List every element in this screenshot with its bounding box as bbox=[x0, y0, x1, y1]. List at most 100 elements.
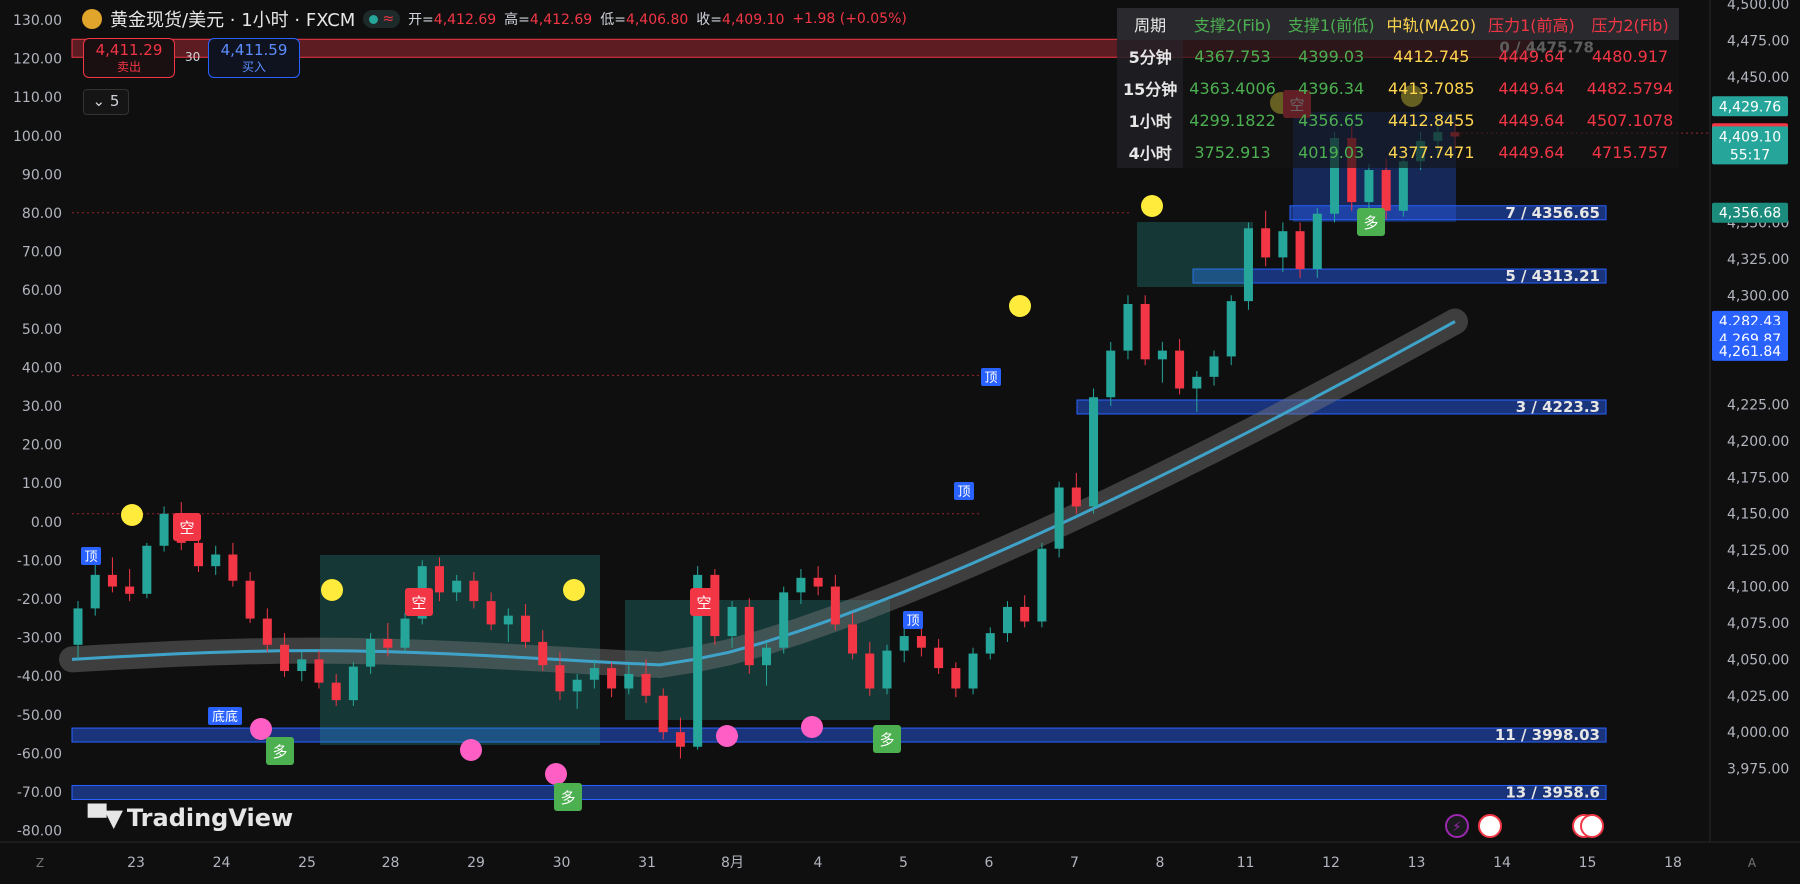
candle-body[interactable] bbox=[193, 542, 203, 567]
candle-body[interactable] bbox=[779, 592, 789, 648]
candle-body[interactable] bbox=[331, 682, 341, 701]
trough-marker[interactable] bbox=[801, 716, 823, 738]
support-zone[interactable] bbox=[71, 727, 1607, 743]
candle-body[interactable] bbox=[503, 615, 513, 625]
candle-body[interactable] bbox=[762, 647, 771, 666]
candle-body[interactable] bbox=[934, 647, 944, 669]
candle-body[interactable] bbox=[142, 545, 152, 594]
lightning-glyph: ⚡ bbox=[1452, 820, 1461, 835]
candle-body[interactable] bbox=[73, 608, 83, 645]
candle-body[interactable] bbox=[916, 636, 926, 648]
candle-body[interactable] bbox=[366, 638, 376, 667]
candle-body[interactable] bbox=[434, 566, 444, 593]
candle-body[interactable] bbox=[796, 577, 806, 593]
candle-body[interactable] bbox=[297, 659, 307, 672]
candle-body[interactable] bbox=[1140, 304, 1150, 360]
us-flag-icon[interactable] bbox=[1478, 814, 1502, 838]
candle-body[interactable] bbox=[486, 601, 496, 625]
candle-body[interactable] bbox=[727, 606, 737, 637]
candle-body[interactable] bbox=[658, 695, 668, 733]
candle-body[interactable] bbox=[1054, 487, 1064, 549]
peak-marker[interactable] bbox=[321, 579, 343, 601]
candle-body[interactable] bbox=[1295, 231, 1305, 270]
candle-body[interactable] bbox=[1071, 487, 1081, 507]
trough-marker[interactable] bbox=[545, 763, 567, 785]
peak-marker[interactable] bbox=[563, 579, 585, 601]
market-status[interactable]: ≈ bbox=[363, 10, 401, 28]
candle-body[interactable] bbox=[211, 554, 221, 567]
candle-body[interactable] bbox=[675, 732, 685, 747]
table-row: 15分钟 4363.4006 4396.34 4413.7085 4449.64 4482… bbox=[1117, 72, 1680, 104]
us-flag-icon[interactable] bbox=[1580, 814, 1604, 838]
candle-body[interactable] bbox=[262, 618, 272, 645]
candle-body[interactable] bbox=[1364, 170, 1374, 203]
candle-body[interactable] bbox=[1381, 170, 1391, 211]
candle-body[interactable] bbox=[400, 618, 410, 648]
candle-body[interactable] bbox=[1089, 397, 1099, 507]
candle-body[interactable] bbox=[951, 668, 961, 689]
candle-body[interactable] bbox=[641, 673, 651, 696]
candle-body[interactable] bbox=[830, 586, 840, 625]
candle-body[interactable] bbox=[1157, 350, 1167, 360]
candle-body[interactable] bbox=[521, 615, 531, 642]
candle-body[interactable] bbox=[228, 554, 238, 581]
candle-body[interactable] bbox=[348, 666, 358, 701]
candle-body[interactable] bbox=[1209, 356, 1219, 377]
candle-body[interactable] bbox=[280, 644, 290, 672]
candle-body[interactable] bbox=[865, 653, 875, 689]
candle-body[interactable] bbox=[899, 636, 909, 651]
symbol-title[interactable]: 黄金现货/美元 · 1小时 · FXCM bbox=[110, 6, 355, 32]
candle-body[interactable] bbox=[607, 668, 617, 689]
candle-body[interactable] bbox=[1312, 213, 1322, 270]
candle-body[interactable] bbox=[1020, 606, 1030, 622]
candle-body[interactable] bbox=[985, 633, 995, 654]
peak-marker[interactable] bbox=[121, 504, 143, 526]
candle-body[interactable] bbox=[1002, 606, 1012, 634]
candle-body[interactable] bbox=[1226, 301, 1236, 357]
peak-marker[interactable] bbox=[1009, 295, 1031, 317]
candle-body[interactable] bbox=[1192, 376, 1202, 389]
x-axis-tick: 24 bbox=[213, 855, 231, 871]
candle-body[interactable] bbox=[624, 673, 634, 689]
candle-body[interactable] bbox=[1123, 304, 1133, 351]
candle-body[interactable] bbox=[469, 580, 479, 602]
candle-body[interactable] bbox=[555, 665, 565, 692]
trough-marker[interactable] bbox=[460, 739, 482, 761]
ohlc-close: 收=4,409.10 bbox=[696, 12, 785, 28]
candle-body[interactable] bbox=[245, 580, 255, 619]
table-cell: 4413.7085 bbox=[1380, 72, 1483, 104]
trough-marker[interactable] bbox=[716, 725, 738, 747]
support-zone[interactable] bbox=[71, 784, 1607, 800]
candle-body[interactable] bbox=[314, 659, 324, 683]
candle-body[interactable] bbox=[90, 574, 100, 609]
candle-body[interactable] bbox=[813, 577, 823, 587]
sell-button[interactable]: 4,411.29 卖出 bbox=[83, 38, 175, 78]
candle-body[interactable] bbox=[107, 574, 117, 587]
indicator-collapse-button[interactable]: ⌄ 5 bbox=[83, 89, 129, 115]
candle-body[interactable] bbox=[1106, 350, 1116, 398]
candle-body[interactable] bbox=[848, 624, 858, 654]
candle-body[interactable] bbox=[882, 650, 892, 689]
candle-body[interactable] bbox=[572, 679, 582, 692]
table-row: 4小时 3752.913 4019.03 4377.7471 4449.64 4715.7… bbox=[1117, 136, 1680, 168]
candle-body[interactable] bbox=[452, 580, 462, 593]
candle-body[interactable] bbox=[383, 638, 393, 648]
candle-body[interactable] bbox=[159, 513, 169, 546]
candle-body[interactable] bbox=[968, 653, 978, 689]
buy-button[interactable]: 4,411.59 买入 bbox=[208, 38, 300, 78]
candle-body[interactable] bbox=[538, 641, 548, 666]
candle-body[interactable] bbox=[1037, 548, 1047, 622]
trough-marker[interactable] bbox=[250, 718, 272, 740]
left-axis-tick: 30.00 bbox=[22, 399, 62, 415]
long-signal-label: 多 bbox=[272, 743, 287, 761]
candle-body[interactable] bbox=[1243, 228, 1253, 302]
candle-body[interactable] bbox=[125, 586, 135, 594]
candle-body[interactable] bbox=[744, 606, 754, 666]
candle-body[interactable] bbox=[1261, 228, 1271, 258]
peak-marker[interactable] bbox=[1141, 195, 1163, 217]
candle-body[interactable] bbox=[1398, 161, 1408, 211]
left-axis-tick: 70.00 bbox=[22, 245, 62, 261]
candle-body[interactable] bbox=[1175, 350, 1185, 389]
candle-body[interactable] bbox=[1278, 231, 1288, 258]
candle-body[interactable] bbox=[589, 668, 599, 680]
